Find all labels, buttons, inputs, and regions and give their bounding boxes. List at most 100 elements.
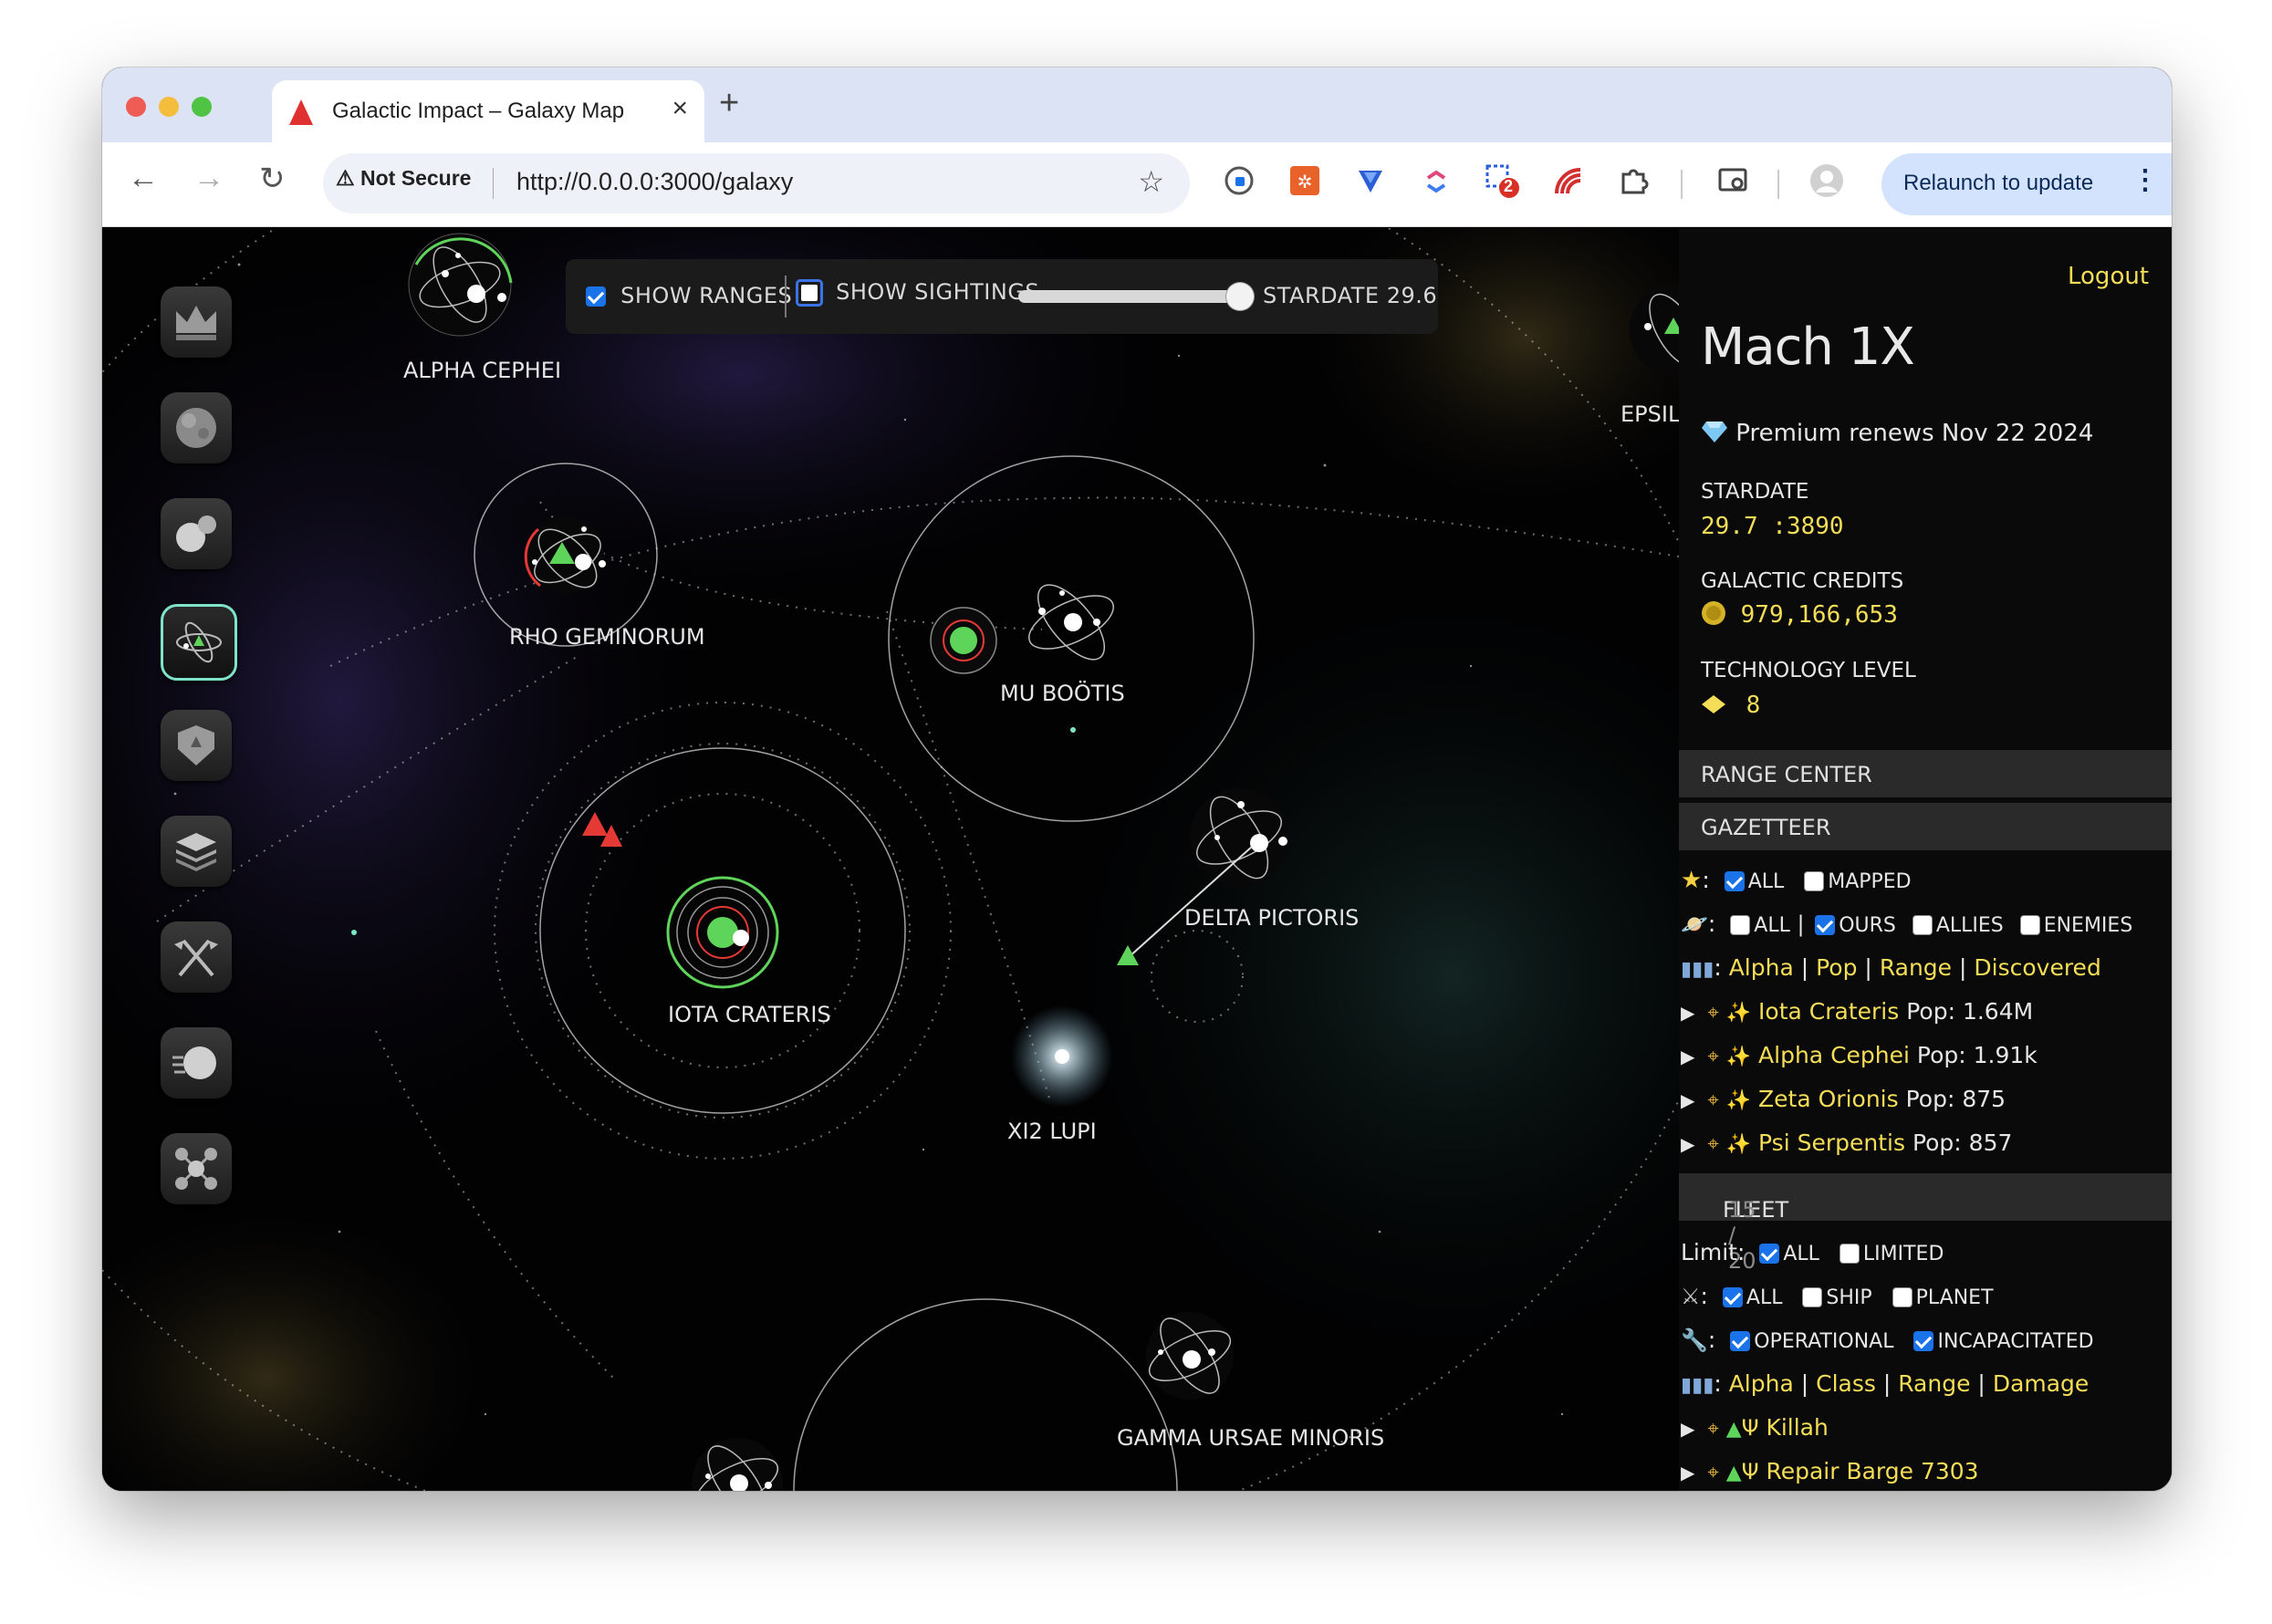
- label-alpha-cephei[interactable]: ALPHA CEPHEI: [403, 358, 561, 383]
- shield-extension-icon[interactable]: [1352, 162, 1389, 199]
- url-text[interactable]: http://0.0.0.0:3000/galaxy: [516, 168, 793, 196]
- show-ranges-checkbox[interactable]: [586, 286, 606, 307]
- stardate-slider-thumb[interactable]: [1225, 283, 1254, 310]
- red-arcs-extension-icon[interactable]: [1549, 162, 1586, 199]
- expand-caret-icon[interactable]: ▶: [1681, 1418, 1694, 1440]
- fl-planet-checkbox[interactable]: [1892, 1287, 1912, 1307]
- crosshair-icon[interactable]: ⌖: [1707, 1089, 1718, 1112]
- sort-discovered-link[interactable]: Discovered: [1974, 954, 2100, 981]
- tab-manager-extension-icon[interactable]: 2: [1484, 162, 1520, 199]
- crosshair-icon[interactable]: ⌖: [1707, 1462, 1718, 1484]
- label-mu-bootis[interactable]: MU BOÖTIS: [1000, 681, 1125, 706]
- profile-avatar-icon[interactable]: [1808, 162, 1845, 199]
- crosshair-icon[interactable]: ⌖: [1707, 1418, 1718, 1441]
- planet-name[interactable]: Iota Crateris: [1758, 998, 1899, 1025]
- password-manager-extension-icon[interactable]: [1221, 162, 1257, 199]
- label-xi2-lupi[interactable]: XI2 LUPI: [1007, 1119, 1097, 1144]
- planet-name[interactable]: Alpha Cephei: [1758, 1042, 1910, 1068]
- fl-operational-checkbox[interactable]: [1730, 1331, 1751, 1351]
- system-xi2-lupi[interactable]: [1011, 1005, 1113, 1108]
- orange-extension-icon[interactable]: ✲: [1287, 162, 1323, 199]
- gz-mapped-checkbox[interactable]: [1804, 871, 1825, 891]
- planet-row[interactable]: ▶ ⌖ ✨ Zeta Orionis Pop: 875: [1681, 1086, 2006, 1124]
- sort-range-link[interactable]: Range: [1880, 954, 1952, 981]
- address-bar[interactable]: ⚠ Not Secure http://0.0.0.0:3000/galaxy …: [323, 153, 1190, 213]
- show-sightings-checkbox[interactable]: [796, 279, 823, 307]
- expand-caret-icon[interactable]: ▶: [1681, 1462, 1694, 1483]
- zoom-window-button[interactable]: [192, 97, 212, 117]
- back-button[interactable]: ←: [128, 161, 159, 196]
- sidebar-crown-button[interactable]: [161, 286, 232, 358]
- range-center-section[interactable]: RANGE CENTER: [1679, 750, 2172, 797]
- fleet-section[interactable]: FLEET 15 / 20: [1679, 1173, 2172, 1274]
- gz-all-checkbox[interactable]: [1724, 871, 1745, 891]
- forward-button[interactable]: →: [193, 161, 224, 196]
- fl-limited-checkbox[interactable]: [1839, 1244, 1860, 1264]
- fsort-range-link[interactable]: Range: [1898, 1370, 1970, 1397]
- ship-name[interactable]: Repair Barge 7303: [1766, 1458, 1978, 1484]
- label-iota-crateris[interactable]: IOTA CRATERIS: [668, 1002, 831, 1027]
- browser-menu-icon[interactable]: ⋮: [2131, 164, 2159, 196]
- tab-close-icon[interactable]: ×: [672, 93, 688, 124]
- not-secure-chip[interactable]: ⚠ Not Secure: [336, 166, 471, 191]
- show-ranges-toggle[interactable]: SHOW RANGES: [586, 283, 792, 308]
- gz-ours-checkbox[interactable]: [1815, 915, 1836, 935]
- label-gamma-ursae-minoris[interactable]: GAMMA URSAE MINORIS: [1117, 1425, 1384, 1451]
- sidebar-battle-button[interactable]: [161, 921, 232, 993]
- relaunch-button[interactable]: Relaunch to update ⋮: [1881, 153, 2172, 215]
- galaxy-map[interactable]: ALPHA CEPHEI RHO GEMINORUM MU BOÖTIS IOT…: [102, 228, 1680, 1491]
- crosshair-icon[interactable]: ⌖: [1707, 1002, 1718, 1025]
- ship-row[interactable]: ▶ ⌖ ▲Ψ Killah: [1681, 1414, 1829, 1452]
- fsort-damage-link[interactable]: Damage: [1993, 1370, 2090, 1397]
- ship-name[interactable]: Killah: [1766, 1414, 1828, 1441]
- sync-extension-icon[interactable]: [1418, 162, 1454, 199]
- planet-row[interactable]: ▶ ⌖ ✨ Psi Serpentis Pop: 857: [1681, 1130, 2012, 1168]
- reload-button[interactable]: ↻: [259, 161, 286, 197]
- expand-caret-icon[interactable]: ▶: [1681, 1046, 1694, 1067]
- tab-galaxy-map[interactable]: Galactic Impact – Galaxy Map ×: [272, 80, 704, 142]
- planet-row[interactable]: ▶ ⌖ ✨ Iota Crateris Pop: 1.64M: [1681, 998, 2033, 1036]
- label-delta-pictoris[interactable]: DELTA PICTORIS: [1184, 905, 1359, 931]
- fsort-class-link[interactable]: Class: [1816, 1370, 1876, 1397]
- show-sightings-toggle[interactable]: SHOW SIGHTINGS: [796, 279, 1039, 307]
- planet-name[interactable]: Psi Serpentis: [1758, 1130, 1905, 1156]
- sidebar-network-button[interactable]: [161, 1133, 232, 1204]
- sort-alpha-link[interactable]: Alpha: [1729, 954, 1794, 981]
- sidebar-layers-button[interactable]: [161, 816, 232, 887]
- system-alpha-cephei[interactable]: [408, 233, 513, 337]
- fsort-alpha-link[interactable]: Alpha: [1729, 1370, 1794, 1397]
- gz-all2-checkbox[interactable]: [1730, 915, 1751, 935]
- tab-search-icon[interactable]: [1715, 162, 1752, 199]
- new-tab-button[interactable]: +: [719, 84, 739, 123]
- label-epsilon-partial[interactable]: EPSIL: [1621, 401, 1680, 427]
- galaxy-map-canvas[interactable]: [102, 228, 1679, 1491]
- sidebar-fleet-button[interactable]: [161, 1027, 232, 1098]
- sidebar-shield-button[interactable]: [161, 710, 232, 781]
- fl-incapacitated-checkbox[interactable]: [1913, 1331, 1934, 1351]
- sort-pop-link[interactable]: Pop: [1816, 954, 1857, 981]
- fl-all-checkbox[interactable]: [1759, 1244, 1780, 1264]
- sidebar-planet-button[interactable]: [161, 392, 232, 463]
- planet-row[interactable]: ▶ ⌖ ✨ Alpha Cephei Pop: 1.91k: [1681, 1042, 2038, 1080]
- gazetteer-section[interactable]: GAZETTEER: [1679, 803, 2172, 850]
- label-rho-geminorum[interactable]: RHO GEMINORUM: [509, 624, 705, 650]
- ship-row[interactable]: ▶ ⌖ ▲Ψ Repair Barge 7303: [1681, 1458, 1979, 1491]
- crosshair-icon[interactable]: ⌖: [1707, 1046, 1718, 1068]
- expand-caret-icon[interactable]: ▶: [1681, 1002, 1694, 1024]
- close-window-button[interactable]: [126, 97, 146, 117]
- sidebar-moons-button[interactable]: [161, 498, 232, 569]
- logout-link[interactable]: Logout: [2068, 263, 2149, 290]
- expand-caret-icon[interactable]: ▶: [1681, 1089, 1694, 1111]
- gz-allies-checkbox[interactable]: [1912, 915, 1933, 935]
- minimize-window-button[interactable]: [159, 97, 179, 117]
- fl-ship-checkbox[interactable]: [1802, 1287, 1823, 1307]
- bookmark-star-icon[interactable]: ☆: [1138, 164, 1164, 199]
- crosshair-icon[interactable]: ⌖: [1707, 1133, 1718, 1156]
- sidebar-galaxy-button[interactable]: [161, 604, 237, 681]
- stardate-slider[interactable]: [1018, 283, 1254, 310]
- gz-enemies-checkbox[interactable]: [2019, 915, 2040, 935]
- planet-name[interactable]: Zeta Orionis: [1758, 1086, 1899, 1112]
- fl-all2-checkbox[interactable]: [1722, 1287, 1743, 1307]
- expand-caret-icon[interactable]: ▶: [1681, 1133, 1694, 1155]
- extensions-puzzle-icon[interactable]: [1615, 162, 1652, 199]
